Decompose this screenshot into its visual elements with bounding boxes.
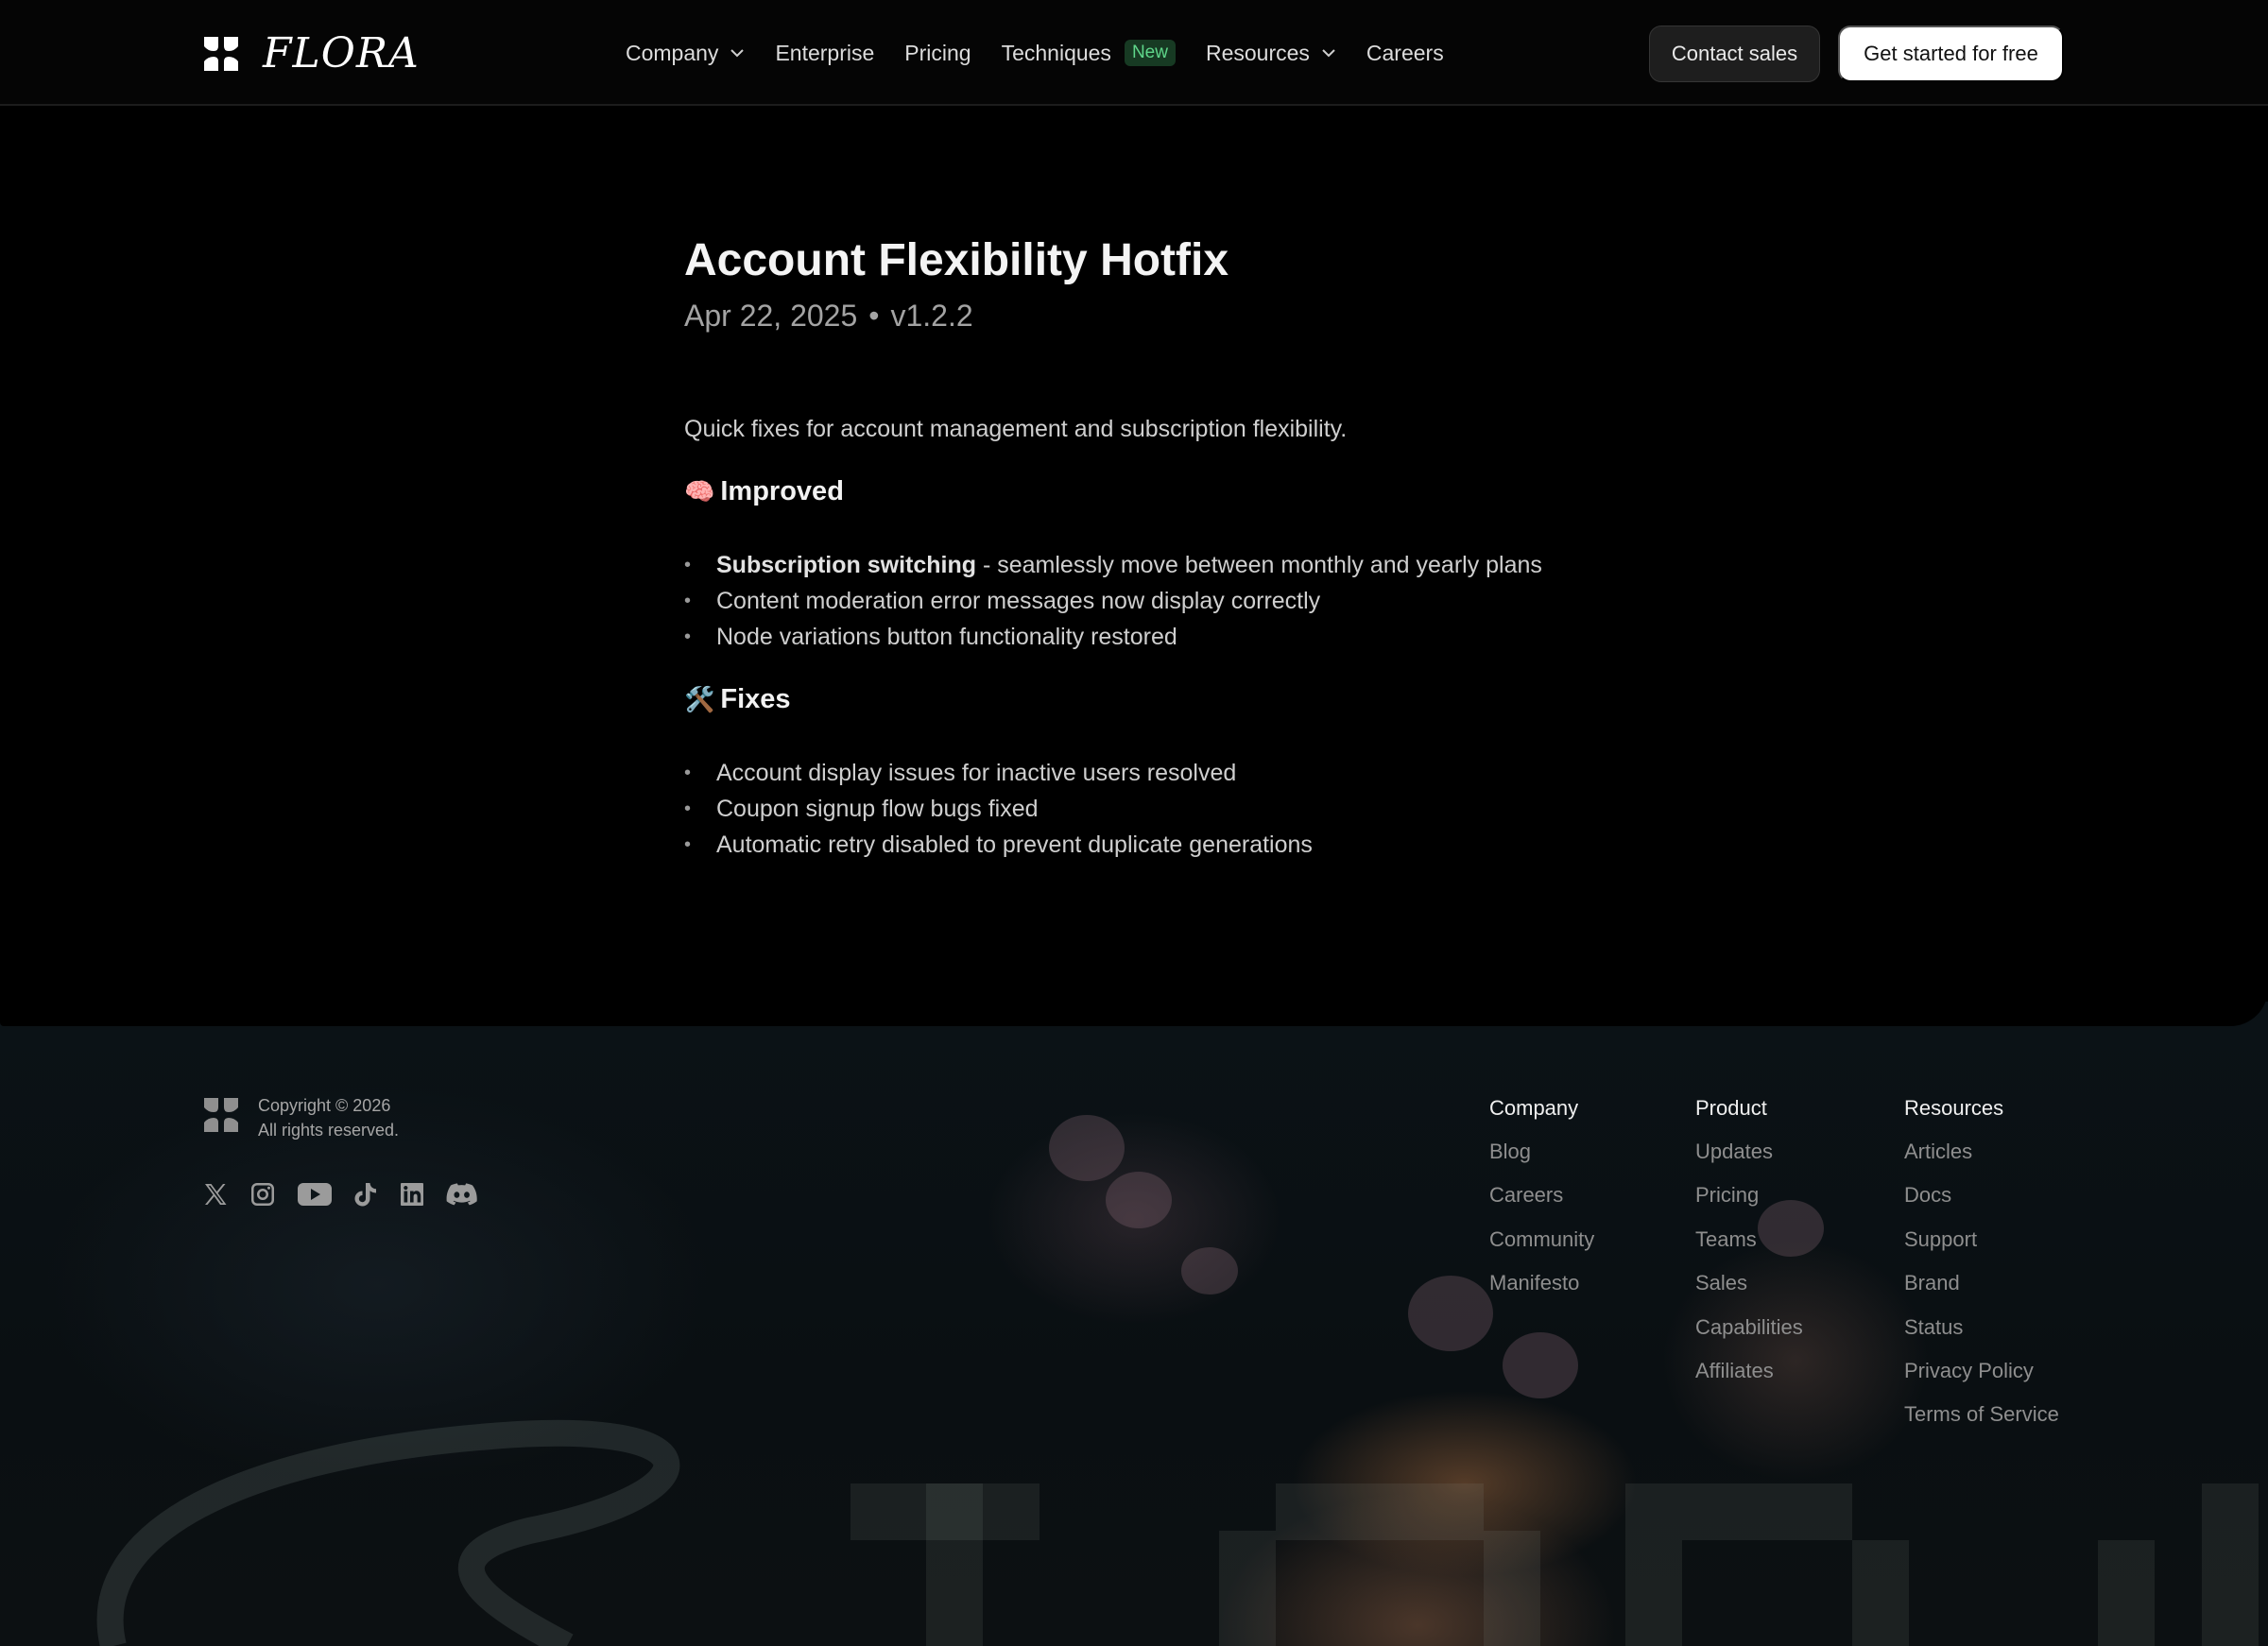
footer-link-updates[interactable]: Updates	[1695, 1140, 1803, 1168]
footer-link-support[interactable]: Support	[1904, 1227, 2059, 1256]
separator-dot: •	[868, 299, 880, 333]
section-heading-label: Improved	[720, 476, 844, 506]
top-nav: FLORA Company Enterprise Pricing Techniq…	[0, 0, 2268, 106]
contact-sales-button[interactable]: Contact sales	[1649, 26, 1820, 82]
article-intro: Quick fixes for account management and s…	[684, 416, 1348, 442]
section-heading-improved: 🧠 Improved	[684, 476, 844, 507]
copyright: Copyright © 2026 All rights reserved.	[258, 1093, 399, 1142]
section-heading-fixes: 🛠️ Fixes	[684, 684, 791, 715]
chevron-down-icon	[730, 49, 745, 58]
section-heading-label: Fixes	[720, 684, 791, 714]
list-item: Content moderation error messages now di…	[684, 583, 1542, 619]
page-title: Account Flexibility Hotfix	[684, 235, 1229, 285]
tools-icon: 🛠️	[684, 685, 715, 713]
nav-link-label: Company	[626, 40, 719, 65]
list-item-text: Content moderation error messages now di…	[716, 588, 1321, 614]
list-item-text: Coupon signup flow bugs fixed	[716, 796, 1039, 822]
nav-link-label: Techniques	[1001, 40, 1111, 65]
footer-column-company: Company Blog Careers Community Manifesto	[1489, 1096, 1594, 1315]
copyright-line: All rights reserved.	[258, 1121, 400, 1140]
footer-link-affiliates[interactable]: Affiliates	[1695, 1359, 1803, 1387]
footer-link-blog[interactable]: Blog	[1489, 1140, 1594, 1168]
improved-list: Subscription switching - seamlessly move…	[684, 547, 1542, 655]
footer-column-resources: Resources Articles Docs Support Brand St…	[1904, 1096, 2059, 1447]
article-meta: Apr 22, 2025 • v1.2.2	[684, 299, 973, 334]
flora-logo-icon	[204, 37, 238, 71]
list-item-text: Node variations button functionality res…	[716, 624, 1177, 650]
footer-link-teams[interactable]: Teams	[1695, 1227, 1803, 1256]
footer-logo-icon	[204, 1098, 238, 1132]
nav-link-label: Careers	[1366, 40, 1444, 65]
logo[interactable]: FLORA	[202, 29, 420, 77]
footer-link-articles[interactable]: Articles	[1904, 1140, 2059, 1168]
nav-link-label: Pricing	[904, 40, 971, 65]
nav-links: Company Enterprise Pricing Techniques Ne…	[626, 0, 1474, 106]
discord-icon[interactable]	[446, 1181, 478, 1208]
nav-link-label: Resources	[1205, 40, 1310, 65]
list-item-text: Automatic retry disabled to prevent dupl…	[716, 832, 1313, 858]
new-badge: New	[1124, 40, 1176, 66]
instagram-icon[interactable]	[249, 1181, 276, 1208]
nav-link-techniques[interactable]: Techniques New	[1002, 40, 1176, 66]
footer-link-terms-of-service[interactable]: Terms of Service	[1904, 1402, 2059, 1431]
footer-link-capabilities[interactable]: Capabilities	[1695, 1315, 1803, 1344]
list-item-text: Account display issues for inactive user…	[716, 760, 1237, 786]
footer-link-sales[interactable]: Sales	[1695, 1271, 1803, 1299]
x-icon[interactable]	[202, 1181, 229, 1208]
footer-link-manifesto[interactable]: Manifesto	[1489, 1271, 1594, 1299]
footer-link-docs[interactable]: Docs	[1904, 1183, 2059, 1211]
nav-link-pricing[interactable]: Pricing	[904, 41, 971, 66]
footer-link-brand[interactable]: Brand	[1904, 1271, 2059, 1299]
footer-column-heading: Product	[1695, 1096, 1767, 1120]
footer-link-careers[interactable]: Careers	[1489, 1183, 1594, 1211]
nav-link-enterprise[interactable]: Enterprise	[775, 41, 874, 66]
list-item: Coupon signup flow bugs fixed	[684, 791, 1313, 827]
article-version: v1.2.2	[890, 299, 973, 333]
list-item: Account display issues for inactive user…	[684, 755, 1313, 791]
nav-link-company[interactable]: Company	[626, 41, 745, 66]
copyright-line: Copyright © 2026	[258, 1096, 391, 1115]
tiktok-icon[interactable]	[353, 1181, 378, 1208]
brain-icon: 🧠	[684, 477, 715, 506]
list-item: Node variations button functionality res…	[684, 619, 1542, 655]
youtube-icon[interactable]	[297, 1181, 333, 1208]
footer-link-community[interactable]: Community	[1489, 1227, 1594, 1256]
footer-link-privacy-policy[interactable]: Privacy Policy	[1904, 1359, 2059, 1387]
footer-column-heading: Company	[1489, 1096, 1579, 1120]
list-item: Automatic retry disabled to prevent dupl…	[684, 827, 1313, 863]
linkedin-icon[interactable]	[399, 1181, 425, 1208]
article-date: Apr 22, 2025	[684, 299, 858, 333]
list-item-text: - seamlessly move between monthly and ye…	[976, 552, 1542, 578]
footer-link-status[interactable]: Status	[1904, 1315, 2059, 1344]
chevron-down-icon	[1322, 49, 1335, 58]
footer-link-pricing[interactable]: Pricing	[1695, 1183, 1803, 1211]
main-content: Account Flexibility Hotfix Apr 22, 2025 •…	[0, 108, 2268, 1026]
nav-link-resources[interactable]: Resources	[1206, 41, 1336, 66]
logo-wordmark: FLORA	[263, 29, 420, 77]
footer-column-product: Product Updates Pricing Teams Sales Capa…	[1695, 1096, 1803, 1402]
list-item-bold: Subscription switching	[716, 552, 977, 578]
nav-link-label: Enterprise	[775, 40, 875, 65]
list-item: Subscription switching - seamlessly move…	[684, 547, 1542, 583]
footer-column-heading: Resources	[1904, 1096, 2004, 1120]
fixes-list: Account display issues for inactive user…	[684, 755, 1313, 863]
nav-link-careers[interactable]: Careers	[1366, 41, 1444, 66]
get-started-button[interactable]: Get started for free	[1838, 26, 2064, 82]
social-links	[202, 1181, 499, 1208]
